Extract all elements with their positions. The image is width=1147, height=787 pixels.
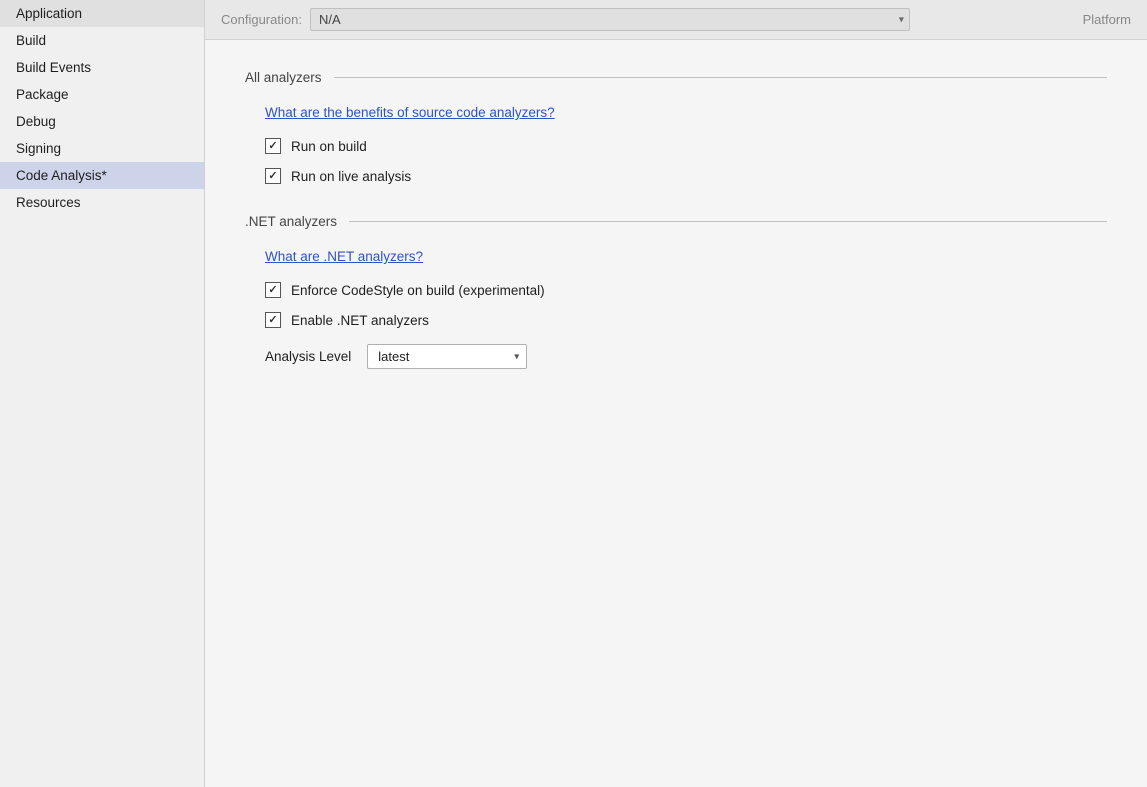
configuration-label: Configuration: [221,12,302,27]
enable-net-analyzers-row[interactable]: Enable .NET analyzers [265,312,1107,328]
run-on-live-analysis-checkbox[interactable] [265,168,281,184]
sidebar-item-package[interactable]: Package [0,81,204,108]
enforce-codestyle-label: Enforce CodeStyle on build (experimental… [291,283,545,298]
all-analyzers-title: All analyzers [245,70,322,85]
analysis-level-row: Analysis Level latest preview 5.0 4.0 3.… [265,344,1107,369]
sidebar-item-signing[interactable]: Signing [0,135,204,162]
main-panel: Configuration: N/A ▾ Platform All analyz… [205,0,1147,787]
all-analyzers-divider [334,77,1107,78]
analysis-level-dropdown[interactable]: latest preview 5.0 4.0 3.0 [367,344,527,369]
top-bar: Configuration: N/A ▾ Platform [205,0,1147,40]
run-on-build-checkbox[interactable] [265,138,281,154]
net-analyzers-divider [349,221,1107,222]
analysis-level-label: Analysis Level [265,349,351,364]
sidebar-item-resources[interactable]: Resources [0,189,204,216]
source-code-analyzers-link[interactable]: What are the benefits of source code ana… [265,105,1107,120]
all-analyzers-header: All analyzers [245,70,1107,85]
sidebar-item-build-events[interactable]: Build Events [0,54,204,81]
net-analyzers-title: .NET analyzers [245,214,337,229]
configuration-dropdown[interactable]: N/A [310,8,910,31]
net-analyzers-header: .NET analyzers [245,214,1107,229]
run-on-build-label: Run on build [291,139,367,154]
run-on-live-analysis-label: Run on live analysis [291,169,411,184]
sidebar-item-application[interactable]: Application [0,0,204,27]
enforce-codestyle-row[interactable]: Enforce CodeStyle on build (experimental… [265,282,1107,298]
enforce-codestyle-checkbox[interactable] [265,282,281,298]
content-area: All analyzers What are the benefits of s… [205,40,1147,787]
run-on-build-row[interactable]: Run on build [265,138,1107,154]
sidebar-item-debug[interactable]: Debug [0,108,204,135]
net-analyzers-section: .NET analyzers What are .NET analyzers? … [245,214,1107,369]
net-analyzers-link[interactable]: What are .NET analyzers? [265,249,1107,264]
enable-net-analyzers-checkbox[interactable] [265,312,281,328]
sidebar-item-build[interactable]: Build [0,27,204,54]
configuration-dropdown-wrapper: N/A ▾ [310,8,910,31]
platform-label: Platform [1083,12,1131,27]
analysis-level-dropdown-wrapper: latest preview 5.0 4.0 3.0 ▾ [367,344,527,369]
sidebar: Application Build Build Events Package D… [0,0,205,787]
enable-net-analyzers-label: Enable .NET analyzers [291,313,429,328]
run-on-live-analysis-row[interactable]: Run on live analysis [265,168,1107,184]
sidebar-item-code-analysis[interactable]: Code Analysis* [0,162,204,189]
all-analyzers-section: All analyzers What are the benefits of s… [245,70,1107,184]
